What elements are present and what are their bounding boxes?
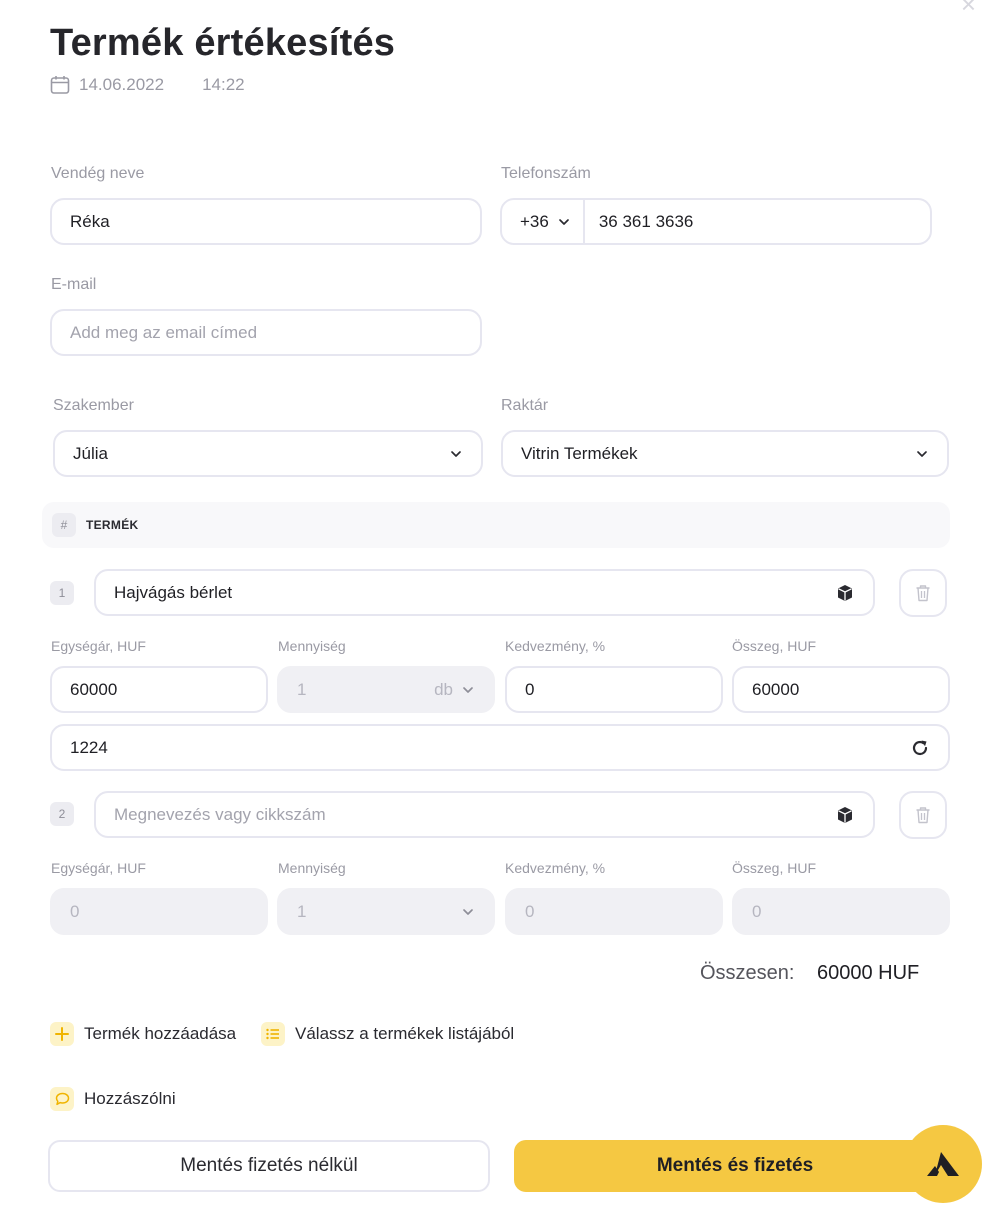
item-index-badge: 1 (50, 581, 74, 605)
discount-value: 0 (525, 679, 535, 699)
unit-price-input: 0 (50, 888, 268, 935)
product-table-header: # TERMÉK (42, 502, 950, 548)
item-code-value: 1224 (70, 737, 108, 757)
amount-value: 0 (752, 901, 762, 921)
discount-label: Kedvezmény, % (505, 860, 606, 876)
page-title: Termék értékesítés (50, 22, 396, 64)
calendar-icon (50, 76, 70, 94)
time-text: 14:22 (202, 75, 245, 94)
quantity-value: 1 (297, 901, 307, 921)
comment-action[interactable]: Hozzászólni (50, 1087, 176, 1111)
unit-price-input[interactable]: 60000 (50, 666, 268, 713)
box-icon (838, 584, 852, 601)
unit-price-label: Egységár, HUF (51, 638, 146, 654)
plus-icon (50, 1022, 74, 1046)
total-label: Összesen: (700, 962, 795, 984)
chat-bubble-icon (50, 1087, 74, 1111)
comment-label: Hozzászólni (84, 1089, 176, 1108)
date-time: 14.06.2022 14:22 (50, 75, 245, 95)
specialist-label: Szakember (53, 397, 134, 414)
phone-prefix-select[interactable]: +36 (520, 200, 585, 243)
phone-number-input[interactable]: 36 361 3636 (599, 212, 912, 232)
trash-icon (916, 807, 930, 824)
unit-value: db (434, 679, 453, 699)
trash-icon (916, 585, 930, 602)
date-text: 14.06.2022 (79, 75, 165, 94)
box-icon (838, 806, 852, 823)
quantity-input: 1 db (277, 666, 495, 713)
product-name-value: Hajvágás bérlet (114, 582, 233, 602)
email-placeholder: Add meg az email címed (70, 322, 258, 342)
specialist-select[interactable]: Júlia (53, 430, 483, 477)
guest-name-value: Réka (70, 211, 110, 231)
hash-badge: # (52, 513, 76, 537)
save-and-pay-button[interactable]: Mentés és fizetés (514, 1140, 956, 1192)
chevron-down-icon (463, 686, 473, 693)
specialist-value: Júlia (73, 443, 108, 463)
add-product-action[interactable]: Termék hozzáadása (50, 1022, 236, 1046)
chevron-down-icon (917, 450, 927, 457)
quantity-input: 1 (277, 888, 495, 935)
list-icon (261, 1022, 285, 1046)
quantity-label: Mennyiség (278, 860, 346, 876)
close-icon[interactable]: × (961, 0, 976, 17)
unit-price-value: 0 (70, 901, 80, 921)
choose-from-list-action[interactable]: Válassz a termékek listájából (261, 1022, 514, 1046)
guest-name-input[interactable]: Réka (50, 198, 482, 245)
warehouse-label: Raktár (501, 397, 549, 414)
warehouse-select[interactable]: Vitrin Termékek (501, 430, 949, 477)
discount-input[interactable]: 0 (505, 666, 723, 713)
product-column-header: TERMÉK (86, 518, 139, 532)
item-code-input[interactable]: 1224 (50, 724, 950, 771)
logo-icon (927, 1152, 959, 1176)
warehouse-value: Vitrin Termékek (521, 443, 638, 463)
add-product-label: Termék hozzáadása (84, 1024, 237, 1043)
chevron-down-icon (463, 908, 473, 915)
discount-label: Kedvezmény, % (505, 638, 606, 654)
email-label: E-mail (51, 276, 97, 293)
phone-label: Telefonszám (501, 165, 591, 182)
phone-prefix-value: +36 (520, 211, 549, 231)
unit-price-label: Egységár, HUF (51, 860, 146, 876)
app-logo-button[interactable] (904, 1125, 982, 1203)
discount-input: 0 (505, 888, 723, 935)
quantity-label: Mennyiség (278, 638, 346, 654)
total-value: 60000 HUF (817, 962, 920, 984)
refresh-icon[interactable] (910, 738, 930, 758)
product-name-placeholder: Megnevezés vagy cikkszám (114, 804, 326, 824)
amount-value: 60000 (752, 679, 800, 699)
unit-price-value: 60000 (70, 679, 118, 699)
save-without-payment-button[interactable]: Mentés fizetés nélkül (48, 1140, 490, 1192)
product-name-input[interactable]: Megnevezés vagy cikkszám (94, 791, 875, 838)
product-name-input[interactable]: Hajvágás bérlet (94, 569, 875, 616)
choose-from-list-label: Válassz a termékek listájából (295, 1024, 515, 1043)
chevron-down-icon (451, 450, 461, 457)
delete-item-button[interactable] (899, 791, 947, 839)
chevron-down-icon (558, 218, 569, 225)
quantity-value: 1 (297, 679, 307, 699)
email-input[interactable]: Add meg az email címed (50, 309, 482, 356)
amount-input: 0 (732, 888, 950, 935)
amount-label: Összeg, HUF (732, 638, 817, 654)
amount-input[interactable]: 60000 (732, 666, 950, 713)
amount-label: Összeg, HUF (732, 860, 817, 876)
phone-field: +36 36 361 3636 (500, 198, 932, 245)
delete-item-button[interactable] (899, 569, 947, 617)
item-index-badge: 2 (50, 802, 74, 826)
discount-value: 0 (525, 901, 535, 921)
guest-name-label: Vendég neve (51, 165, 145, 182)
